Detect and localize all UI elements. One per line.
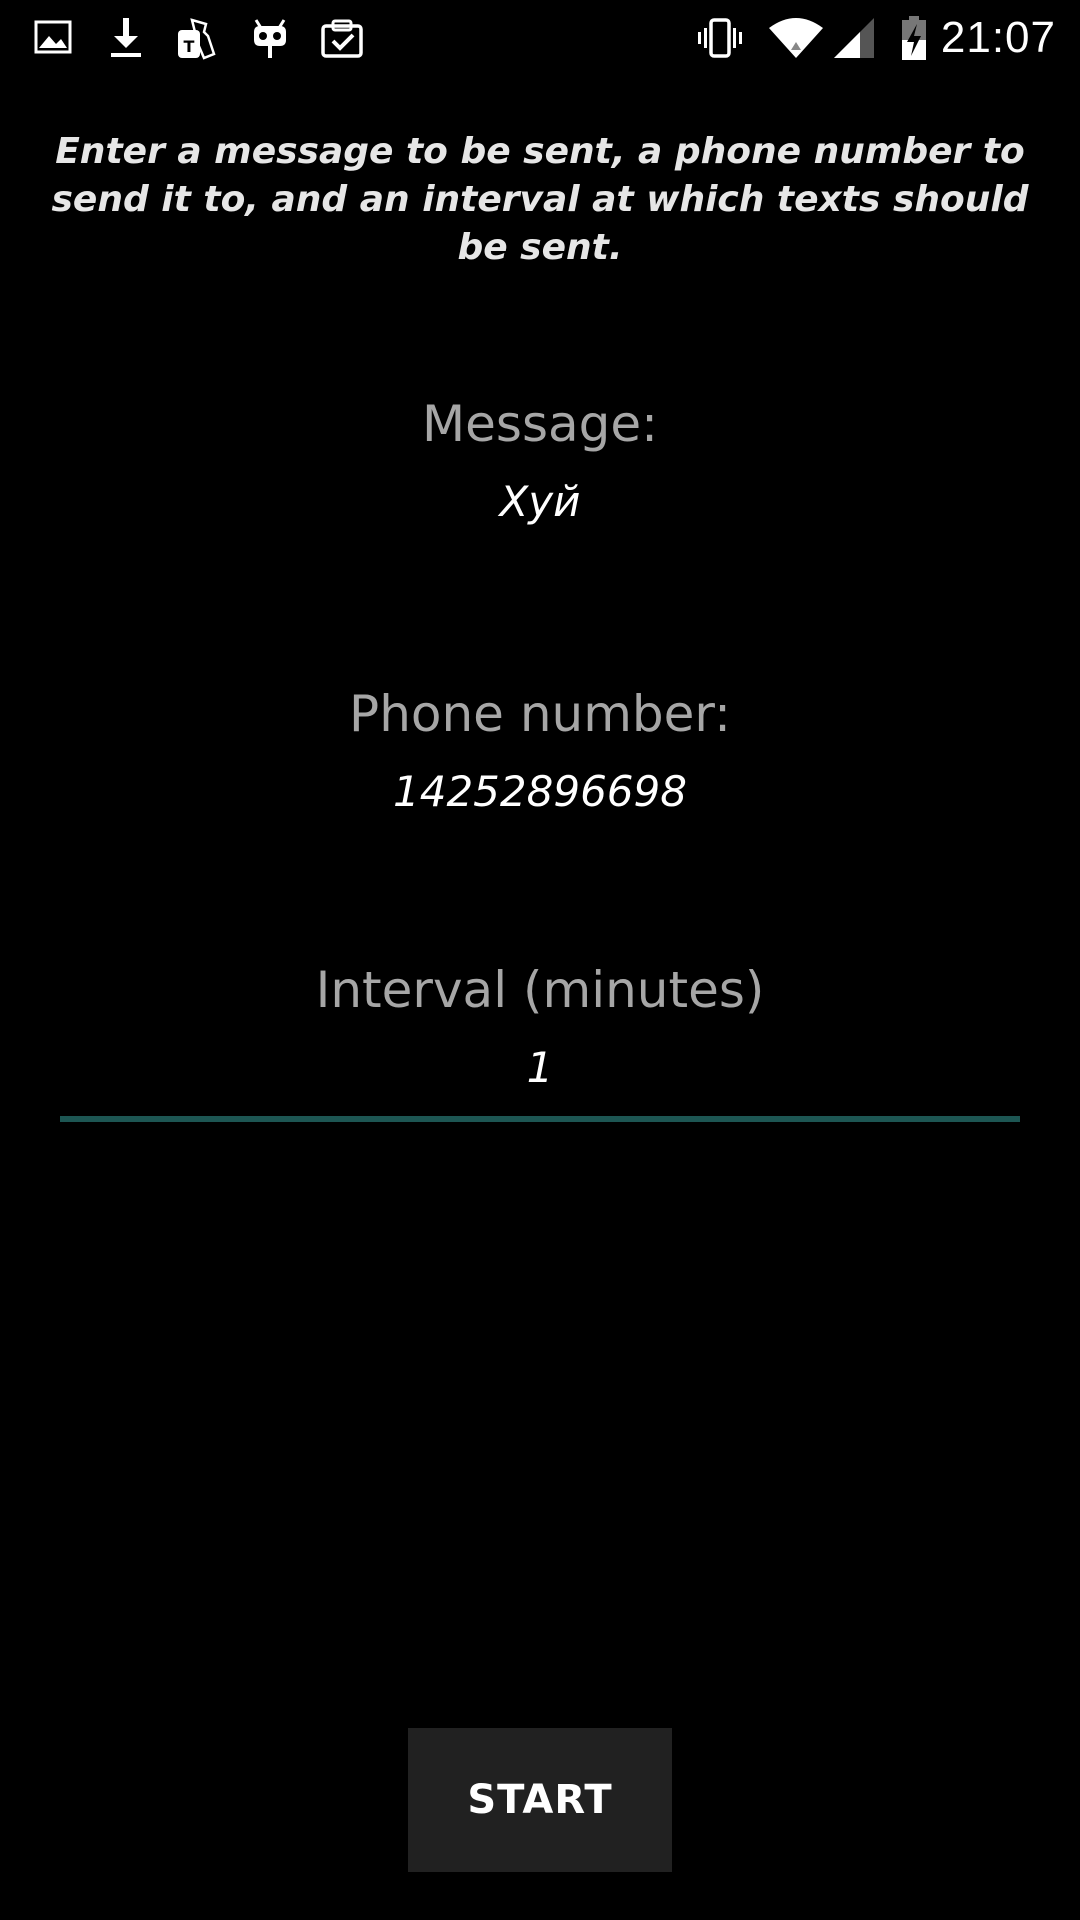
battery-charging-icon [890,14,938,62]
download-icon [102,14,150,62]
clipboard-check-icon [318,14,366,62]
image-icon [30,14,78,62]
vibrate-icon [696,14,744,62]
interval-label: Interval (minutes) [315,961,765,1019]
cyanogenmod-icon [246,14,294,62]
t-mobile-tags-icon: T [174,14,222,62]
message-label: Message: [422,395,658,453]
phone-number-label: Phone number: [349,685,731,743]
start-button[interactable]: START [408,1728,672,1872]
status-bar: T 21:07 [0,0,1080,78]
interval-field[interactable]: 1 [0,1042,1080,1094]
cell-signal-icon [830,14,878,62]
status-time: 21:07 [940,13,1056,62]
interval-field-underline [60,1116,1020,1122]
wifi-icon [768,14,824,62]
instructions-text: Enter a message to be sent, a phone numb… [51,131,1029,268]
svg-text:T: T [184,37,195,56]
message-field[interactable]: Хуй [0,476,1080,528]
phone-number-field[interactable]: 14252896698 [0,766,1080,818]
